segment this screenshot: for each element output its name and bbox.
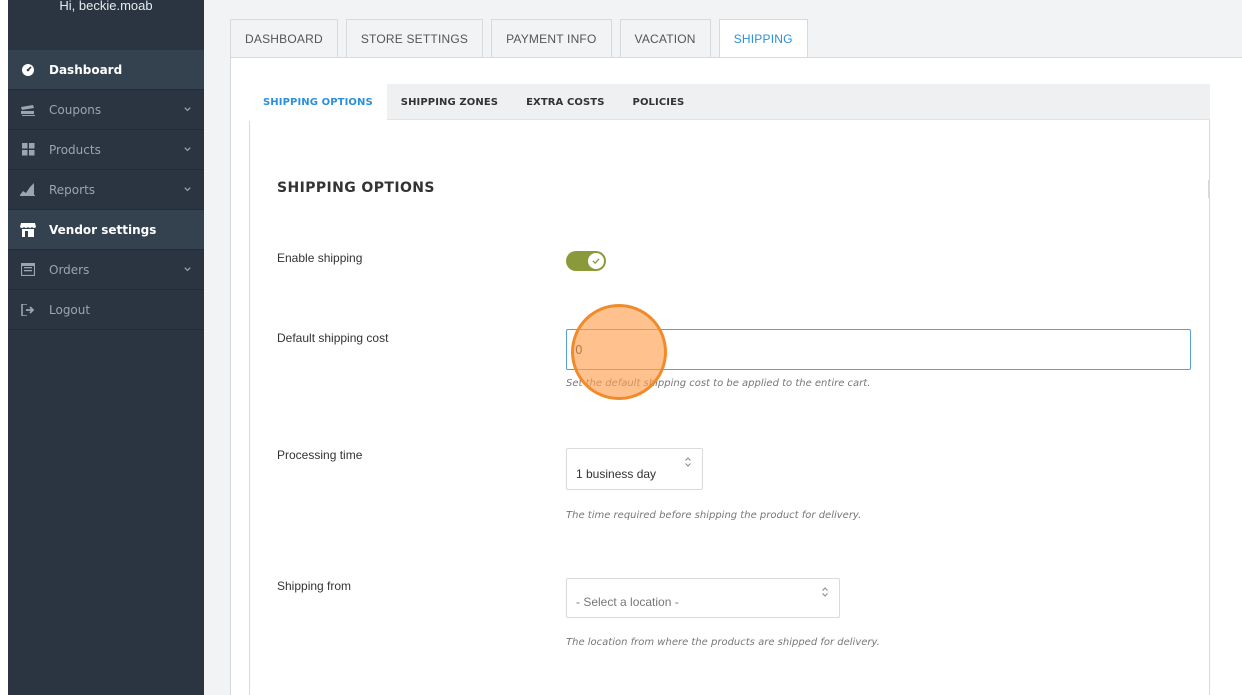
subtab-policies[interactable]: POLICIES <box>619 84 699 120</box>
subtab-extra-costs[interactable]: EXTRA COSTS <box>512 84 618 120</box>
shipping-subtabs: SHIPPING OPTIONS SHIPPING ZONES EXTRA CO… <box>249 84 1210 121</box>
logout-icon <box>19 301 37 319</box>
orders-icon <box>19 261 37 279</box>
sidebar-item-dashboard[interactable]: Dashboard <box>8 50 204 90</box>
chevron-down-icon <box>183 103 192 117</box>
enable-shipping-toggle[interactable] <box>566 251 606 271</box>
section-title: SHIPPING OPTIONS <box>277 180 435 196</box>
sidebar-item-label: Products <box>49 142 101 157</box>
processing-time-label: Processing time <box>277 448 363 462</box>
processing-time-help: The time required before shipping the pr… <box>566 510 862 521</box>
user-greeting: Hi, beckie.moab <box>59 0 153 13</box>
sidebar-item-label: Reports <box>49 182 96 197</box>
tab-shipping[interactable]: SHIPPING <box>718 19 808 58</box>
sidebar-item-orders[interactable]: Orders <box>8 250 204 290</box>
tab-store-settings[interactable]: STORE SETTINGS <box>345 19 484 57</box>
sidebar-item-label: Logout <box>49 302 91 317</box>
reports-icon <box>19 181 37 199</box>
sidebar-item-label: Orders <box>49 262 90 277</box>
sidebar-item-coupons[interactable]: Coupons <box>8 90 204 130</box>
coupons-icon <box>19 101 37 119</box>
sidebar-item-label: Coupons <box>49 102 102 117</box>
subtab-shipping-zones[interactable]: SHIPPING ZONES <box>387 84 512 120</box>
tab-vacation[interactable]: VACATION <box>619 19 711 57</box>
left-strip <box>0 0 8 695</box>
divider <box>1208 180 1209 198</box>
shipping-from-select[interactable]: - Select a location - <box>566 578 840 618</box>
subtab-shipping-options[interactable]: SHIPPING OPTIONS <box>249 84 387 121</box>
chevron-down-icon <box>183 143 192 157</box>
tab-payment-info[interactable]: PAYMENT INFO <box>491 19 612 57</box>
select-arrows-icon <box>684 456 692 471</box>
shipping-from-placeholder: - Select a location - <box>576 595 679 609</box>
shipping-from-help: The location from where the products are… <box>566 637 880 648</box>
sidebar-item-label: Dashboard <box>49 62 123 77</box>
sidebar-item-products[interactable]: Products <box>8 130 204 170</box>
settings-tabs: DASHBOARD STORE SETTINGS PAYMENT INFO VA… <box>230 19 816 58</box>
default-shipping-cost-help: Set the default shipping cost to be appl… <box>566 378 871 389</box>
tab-dashboard[interactable]: DASHBOARD <box>230 19 338 57</box>
sidebar-menu: Dashboard Coupons Products Reports Vendo… <box>8 50 204 330</box>
default-shipping-cost-input[interactable] <box>566 329 1191 370</box>
sidebar-item-logout[interactable]: Logout <box>8 290 204 330</box>
sidebar-item-label: Vendor settings <box>49 222 157 237</box>
default-shipping-cost-label: Default shipping cost <box>277 331 389 345</box>
processing-time-select[interactable]: 1 business day <box>566 448 703 490</box>
select-arrows-icon <box>821 586 829 601</box>
processing-time-value: 1 business day <box>576 467 657 481</box>
chevron-down-icon <box>183 263 192 277</box>
sidebar-item-vendor-settings[interactable]: Vendor settings <box>8 210 204 250</box>
store-icon <box>19 221 37 239</box>
sidebar-item-reports[interactable]: Reports <box>8 170 204 210</box>
dashboard-icon <box>19 61 37 79</box>
chevron-down-icon <box>183 183 192 197</box>
check-icon <box>588 253 604 269</box>
products-icon <box>19 141 37 159</box>
sidebar: Hi, beckie.moab Dashboard Coupons Produc… <box>8 0 204 695</box>
shipping-from-label: Shipping from <box>277 579 352 593</box>
enable-shipping-label: Enable shipping <box>277 251 363 265</box>
